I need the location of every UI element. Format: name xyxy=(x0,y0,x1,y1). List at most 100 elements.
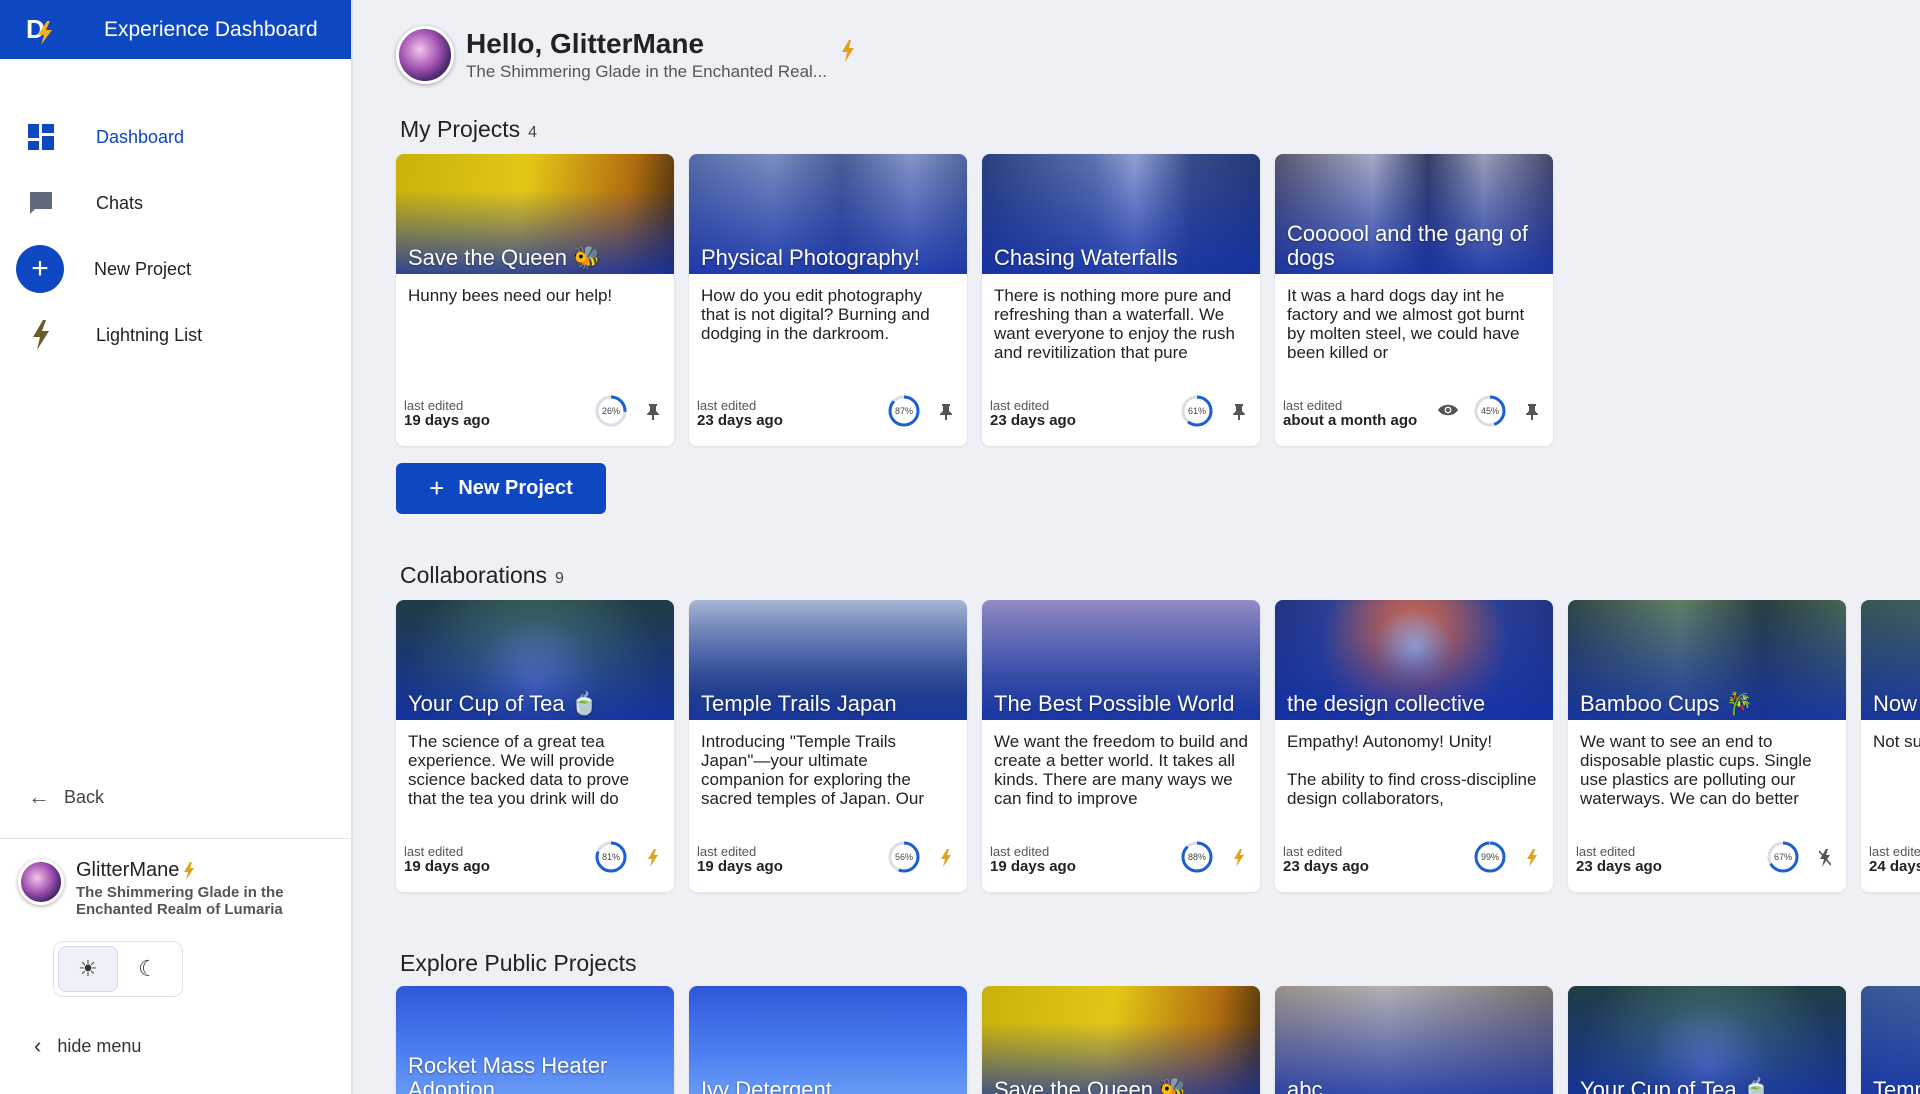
project-card[interactable]: Temple Trails Japan Introducing "Temple T… xyxy=(689,600,967,892)
last-edited-label: last edited xyxy=(1576,844,1636,859)
progress-label: 67% xyxy=(1773,852,1792,862)
dark-mode-button[interactable]: ☾ xyxy=(118,946,178,992)
card-image: Physical Photography! xyxy=(689,154,967,274)
pin-icon[interactable] xyxy=(1523,402,1541,422)
card-image: Coooool and the gang of dogs xyxy=(1275,154,1553,274)
my-projects-heading: My Projects 4 xyxy=(400,116,537,143)
app-title: Experience Dashboard xyxy=(104,17,318,41)
eye-icon[interactable] xyxy=(1437,403,1459,422)
card-image: Save the Queen 🐝 xyxy=(396,154,674,274)
project-card[interactable]: Coooool and the gang of dogs It was a har… xyxy=(1275,154,1553,446)
card-image: The Best Possible World xyxy=(982,600,1260,720)
card-footer: last edited 19 days ago 56% xyxy=(697,840,955,874)
last-edited-label: last edited xyxy=(990,398,1050,413)
pin-icon[interactable] xyxy=(1230,402,1248,422)
bolt-icon[interactable] xyxy=(644,848,662,868)
project-card[interactable]: Chasing Waterfalls There is nothing more … xyxy=(982,154,1260,446)
greeting: Hello, GlitterMane The Shimmering Glade … xyxy=(396,26,855,84)
card-title: Temp xyxy=(1873,1077,1920,1094)
card-description: Not su but.... xyxy=(1873,732,1920,751)
card-title: Now su every xyxy=(1873,691,1920,716)
card-title: Bamboo Cups 🎋 xyxy=(1580,691,1753,716)
bolt-icon[interactable] xyxy=(1230,848,1248,868)
last-edited-label: last edited xyxy=(1283,398,1343,413)
card-footer: last edited 23 days ago 87% xyxy=(697,394,955,428)
progress-ring: 61% xyxy=(1180,394,1214,428)
arrow-left-icon: ← xyxy=(28,784,50,809)
hide-menu-button[interactable]: ‹ hide menu xyxy=(34,1033,141,1059)
bolt-icon xyxy=(184,861,195,880)
card-footer: last edite 24 days xyxy=(1869,844,1920,874)
light-mode-button[interactable]: ☀ xyxy=(58,946,118,992)
bolt-icon[interactable] xyxy=(1523,848,1541,868)
project-card[interactable]: Temp xyxy=(1861,986,1920,1094)
plus-icon: + xyxy=(16,245,64,293)
project-card[interactable]: Ivy Detergent xyxy=(689,986,967,1094)
progress-label: 87% xyxy=(894,406,913,416)
bolt-off-icon[interactable] xyxy=(1816,848,1834,868)
bolt-icon[interactable] xyxy=(937,848,955,868)
user-name: GlitterMane xyxy=(76,859,180,881)
project-card[interactable]: the design collective Empathy! Autonomy! … xyxy=(1275,600,1553,892)
card-image: Bamboo Cups 🎋 xyxy=(1568,600,1846,720)
last-edited-label: last edited xyxy=(1283,844,1343,859)
pin-icon[interactable] xyxy=(644,402,662,422)
last-edited: last edited 23 days ago xyxy=(1283,844,1369,874)
project-card[interactable]: The Best Possible World We want the freed… xyxy=(982,600,1260,892)
card-footer: last edited 23 days ago 99% xyxy=(1283,840,1541,874)
chat-icon xyxy=(26,188,56,218)
new-project-button[interactable]: + New Project xyxy=(396,463,606,514)
last-edited: last edited 23 days ago xyxy=(697,398,783,428)
project-card[interactable]: Your Cup of Tea 🍵 The science of a great … xyxy=(396,600,674,892)
app-logo[interactable]: D xyxy=(22,11,60,49)
sidebar-item-label: Chats xyxy=(96,192,144,213)
card-image: Temple Trails Japan xyxy=(689,600,967,720)
progress-ring: 87% xyxy=(887,394,921,428)
last-edited-value: 23 days ago xyxy=(1283,858,1369,875)
plus-icon: + xyxy=(429,473,445,503)
section-title: Explore Public Projects xyxy=(400,950,637,976)
user-panel[interactable]: GlitterMane The Shimmering Glade in the … xyxy=(0,838,351,918)
back-label: Back xyxy=(64,786,105,807)
card-image: Rocket Mass Heater Adoption xyxy=(396,986,674,1094)
sidebar-item-lightning-list[interactable]: Lightning List xyxy=(0,302,351,368)
card-description: There is nothing more pure and refreshin… xyxy=(994,286,1235,362)
pin-icon[interactable] xyxy=(937,402,955,422)
progress-label: 81% xyxy=(601,852,620,862)
card-footer: last edited 23 days ago 61% xyxy=(990,394,1248,428)
card-title: Ivy Detergent xyxy=(701,1077,832,1094)
last-edited-label: last edited xyxy=(404,844,464,859)
last-edited-value: 19 days ago xyxy=(404,412,490,429)
card-description: Hunny bees need our help! xyxy=(408,286,613,305)
project-card[interactable]: Save the Queen 🐝 Hunny bees need our help… xyxy=(396,154,674,446)
avatar[interactable] xyxy=(396,26,454,84)
card-description: We want to see an end to disposable plas… xyxy=(1580,732,1812,808)
progress-label: 26% xyxy=(601,406,620,416)
last-edited: last edited 19 days ago xyxy=(990,844,1076,874)
project-card[interactable]: Physical Photography! How do you edit pho… xyxy=(689,154,967,446)
sidebar-item-dashboard[interactable]: Dashboard xyxy=(0,104,351,170)
last-edited-label: last edited xyxy=(697,844,757,859)
last-edited-value: 19 days ago xyxy=(697,858,783,875)
card-description: The science of a great tea experience. W… xyxy=(408,732,630,808)
project-card[interactable]: Rocket Mass Heater Adoption xyxy=(396,986,674,1094)
card-footer: last edited 23 days ago 67% xyxy=(1576,840,1834,874)
progress-ring: 99% xyxy=(1473,840,1507,874)
sidebar-item-chats[interactable]: Chats xyxy=(0,170,351,236)
progress-ring: 26% xyxy=(594,394,628,428)
back-button[interactable]: ← Back xyxy=(28,784,104,810)
card-title: Chasing Waterfalls xyxy=(994,245,1178,270)
sidebar: D Experience Dashboard Dashboard Chats +… xyxy=(0,0,353,1094)
project-card[interactable]: Now su every Not su but.... last edite24 d… xyxy=(1861,600,1920,892)
project-card[interactable]: abc xyxy=(1275,986,1553,1094)
project-card[interactable]: Save the Queen 🐝 xyxy=(982,986,1260,1094)
project-card[interactable]: Your Cup of Tea 🍵 xyxy=(1568,986,1846,1094)
card-image: the design collective xyxy=(1275,600,1553,720)
last-edited: last edited 19 days ago xyxy=(404,398,490,428)
sidebar-item-new-project[interactable]: + New Project xyxy=(0,236,351,302)
progress-ring: 81% xyxy=(594,840,628,874)
last-edited-label: last edite xyxy=(1869,844,1920,859)
project-card[interactable]: Bamboo Cups 🎋 We want to see an end to di… xyxy=(1568,600,1846,892)
card-image: Chasing Waterfalls xyxy=(982,154,1260,274)
card-title: The Best Possible World xyxy=(994,691,1235,716)
